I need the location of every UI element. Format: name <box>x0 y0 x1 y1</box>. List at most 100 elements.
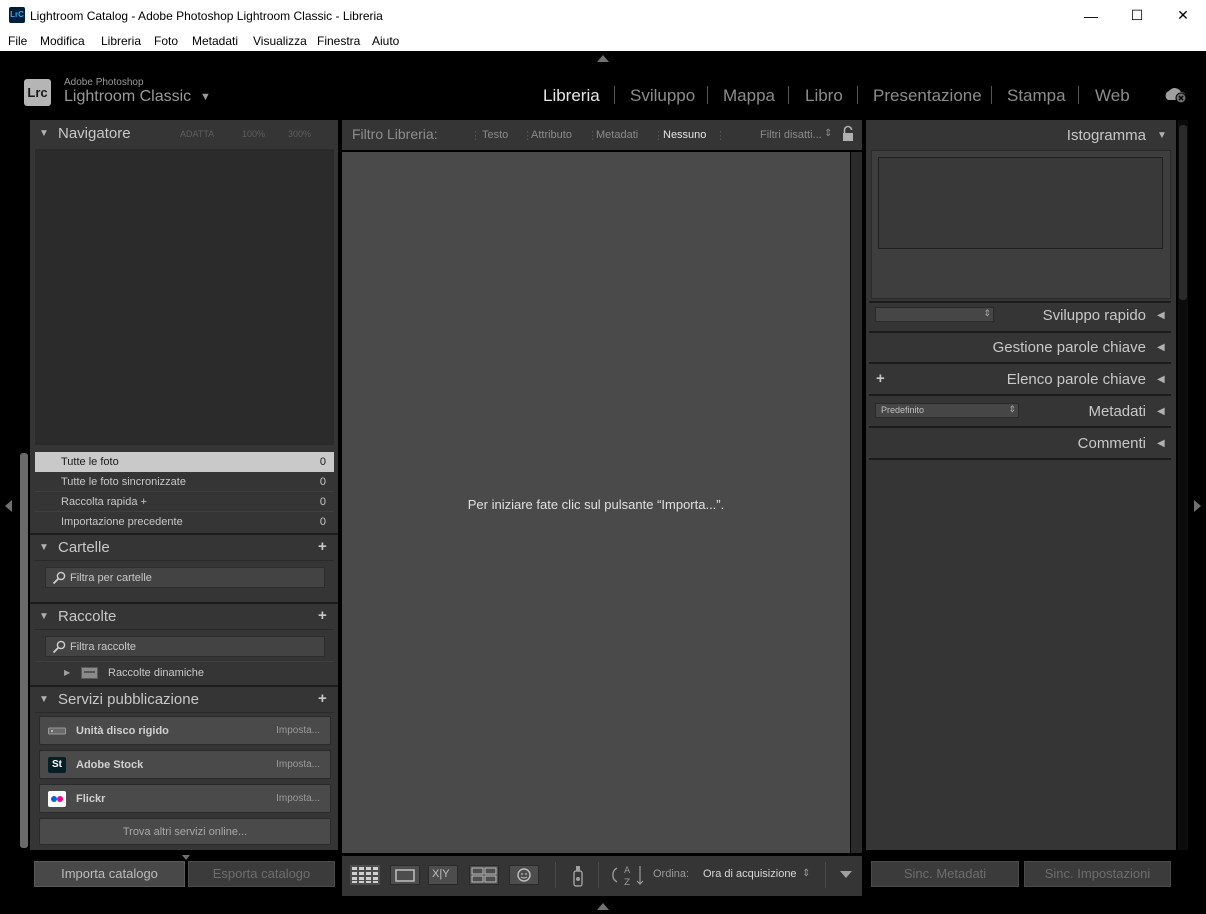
painter-spray-icon[interactable] <box>571 862 585 888</box>
histogram-title: Istogramma <box>1066 127 1146 144</box>
add-folder-icon[interactable]: + <box>318 538 327 555</box>
service-setup[interactable]: Imposta... <box>276 725 320 736</box>
zoom-300[interactable]: 300% <box>288 129 311 139</box>
publish-service-adobe-stock[interactable]: St Adobe Stock Imposta... <box>39 750 331 779</box>
collections-search-input[interactable]: Filtra raccolte <box>45 636 325 657</box>
folders-collapse-icon[interactable]: ▼ <box>39 542 49 553</box>
quick-develop-preset-dropdown[interactable]: ⇕ <box>875 307 994 322</box>
add-collection-icon[interactable]: + <box>318 607 327 624</box>
close-button[interactable]: ✕ <box>1160 0 1206 31</box>
people-view-button[interactable] <box>509 865 539 885</box>
module-libro[interactable]: Libro <box>805 86 843 106</box>
right-panel-toggle-icon[interactable] <box>1194 500 1201 512</box>
catalog-synced-photos[interactable]: Tutte le foto sincronizzate 0 <box>35 472 334 492</box>
metadata-preset-dropdown[interactable]: Predefinito ⇕ <box>875 403 1019 418</box>
filter-lock-icon[interactable] <box>841 125 855 143</box>
menu-foto[interactable]: Foto <box>154 34 178 48</box>
loupe-view-button[interactable] <box>390 865 420 885</box>
comments-title: Commenti <box>1077 435 1146 452</box>
zoom-100[interactable]: 100% <box>242 129 265 139</box>
keywording-expand-icon[interactable]: ◀ <box>1157 342 1165 353</box>
sort-direction-icon[interactable]: A Z <box>611 862 647 888</box>
module-libreria[interactable]: Libreria <box>543 86 600 106</box>
filter-none-tab[interactable]: Nessuno <box>663 129 706 141</box>
photo-grid[interactable]: Per iniziare fate clic sul pulsante “Imp… <box>342 152 850 853</box>
menu-libreria[interactable]: Libreria <box>101 34 141 48</box>
comments-expand-icon[interactable]: ◀ <box>1157 438 1165 449</box>
sort-dropdown-arrow-icon[interactable]: ⇕ <box>802 868 810 879</box>
sync-metadata-button[interactable]: Sinc. Metadati <box>871 861 1019 887</box>
zoom-fit[interactable]: ADATTA <box>180 129 214 139</box>
catalog-label: Tutte le foto <box>61 456 119 468</box>
survey-view-button[interactable] <box>469 865 499 885</box>
metadata-expand-icon[interactable]: ◀ <box>1157 406 1165 417</box>
section-divider <box>869 301 1171 303</box>
publish-collapse-icon[interactable]: ▼ <box>39 694 49 705</box>
keyword-list-expand-icon[interactable]: ◀ <box>1157 374 1165 385</box>
left-panel-scrollbar[interactable] <box>20 453 28 848</box>
top-panel-toggle-icon[interactable] <box>597 55 609 62</box>
filter-text-tab[interactable]: Testo <box>482 129 508 141</box>
module-separator <box>991 86 992 104</box>
minimize-button[interactable]: — <box>1068 0 1114 31</box>
module-web[interactable]: Web <box>1095 86 1130 106</box>
compare-view-button[interactable]: X|Y <box>428 865 458 885</box>
menu-file[interactable]: File <box>8 34 27 48</box>
collections-collapse-icon[interactable]: ▼ <box>39 611 49 622</box>
menu-metadati[interactable]: Metadati <box>192 34 238 48</box>
expand-smart-collections-icon[interactable]: ▶ <box>64 668 70 677</box>
histogram-collapse-icon[interactable]: ▼ <box>1157 130 1167 141</box>
folders-search-input[interactable]: Filtra per cartelle <box>45 567 325 588</box>
menu-bar: File Modifica Libreria Foto Metadati Vis… <box>0 31 1206 51</box>
filter-preset-arrow-icon[interactable]: ⇕ <box>824 128 832 139</box>
publish-service-hard-drive[interactable]: Unità disco rigido Imposta... <box>39 716 331 745</box>
menu-visualizza[interactable]: Visualizza <box>253 34 307 48</box>
smart-collections-label[interactable]: Raccolte dinamiche <box>108 667 204 679</box>
left-panel-toggle-icon[interactable] <box>5 500 12 512</box>
export-catalog-button[interactable]: Esporta catalogo <box>188 861 335 887</box>
sort-dropdown[interactable]: Ora di acquisizione <box>703 868 797 880</box>
publish-service-flickr[interactable]: Flickr Imposta... <box>39 784 331 813</box>
module-separator <box>707 86 708 104</box>
quick-develop-title: Sviluppo rapido <box>1042 307 1146 324</box>
service-setup[interactable]: Imposta... <box>276 759 320 770</box>
catalog-all-photos[interactable]: Tutte le foto 0 <box>35 452 334 472</box>
filter-metadata-tab[interactable]: Metadati <box>596 129 638 141</box>
module-stampa[interactable]: Stampa <box>1007 86 1066 106</box>
maximize-button[interactable]: ☐ <box>1114 0 1160 31</box>
menu-aiuto[interactable]: Aiuto <box>372 34 399 48</box>
module-presentazione[interactable]: Presentazione <box>873 86 982 106</box>
compare-view-icon: X|Y <box>432 868 450 880</box>
filmstrip-toggle-icon[interactable] <box>597 902 609 910</box>
filter-preset-dropdown[interactable]: Filtri disatti... <box>760 129 822 141</box>
sync-settings-button[interactable]: Sinc. Impostazioni <box>1024 861 1171 887</box>
add-publish-service-icon[interactable]: + <box>318 690 327 707</box>
brand-main: Lightroom Classic <box>64 88 192 105</box>
menu-finestra[interactable]: Finestra <box>317 34 360 48</box>
histogram-plot <box>878 157 1163 249</box>
flickr-icon <box>48 791 66 807</box>
metadata-title: Metadati <box>1088 403 1146 420</box>
cloud-sync-icon[interactable] <box>1162 85 1188 105</box>
brand-dropdown-icon[interactable]: ▼ <box>200 91 211 103</box>
empty-grid-message: Per iniziare fate clic sul pulsante “Imp… <box>467 497 725 512</box>
grid-scrollbar[interactable] <box>851 152 862 853</box>
catalog-count: 0 <box>319 496 326 508</box>
quick-develop-expand-icon[interactable]: ◀ <box>1157 310 1165 321</box>
find-more-services-button[interactable]: Trova altri servizi online... <box>39 818 331 845</box>
grid-view-icon[interactable] <box>350 865 380 885</box>
right-panel-scrollbar[interactable] <box>1179 125 1187 300</box>
add-keyword-icon[interactable]: + <box>876 370 885 387</box>
import-catalog-button[interactable]: Importa catalogo <box>34 861 185 887</box>
service-setup[interactable]: Imposta... <box>276 793 320 804</box>
navigator-collapse-icon[interactable]: ▼ <box>39 128 49 139</box>
menu-modifica[interactable]: Modifica <box>40 34 85 48</box>
catalog-previous-import[interactable]: Importazione precedente 0 <box>35 512 334 532</box>
smart-collection-set-icon <box>81 667 98 679</box>
service-name: Unità disco rigido <box>76 725 169 737</box>
module-mappa[interactable]: Mappa <box>723 86 775 106</box>
catalog-quick-collection[interactable]: Raccolta rapida + 0 <box>35 492 334 512</box>
filter-attribute-tab[interactable]: Attributo <box>531 129 572 141</box>
module-sviluppo[interactable]: Sviluppo <box>630 86 695 106</box>
toolbar-menu-icon[interactable] <box>840 871 852 878</box>
